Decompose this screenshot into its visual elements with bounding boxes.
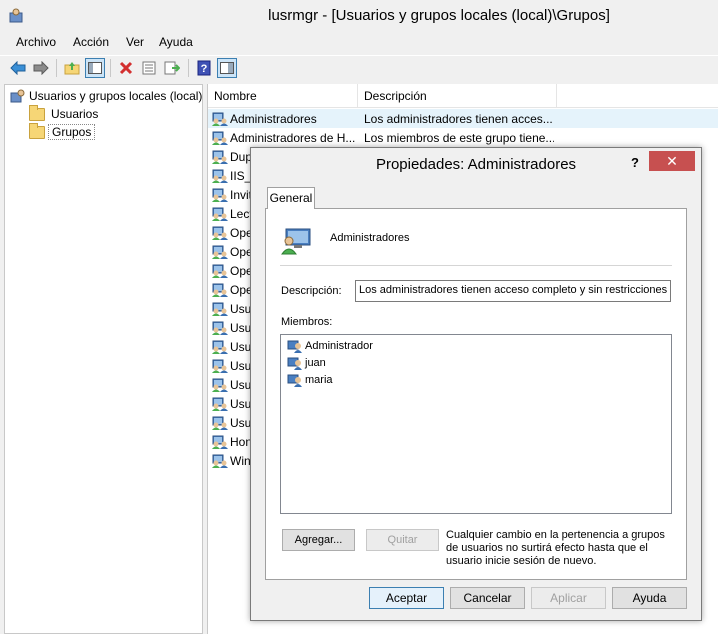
divider [280, 265, 672, 266]
group-icon [212, 207, 228, 221]
general-tab-pane: Administradores Descripción: Los adminis… [265, 208, 687, 580]
group-icon [212, 359, 228, 373]
apply-button[interactable]: Aplicar [531, 587, 606, 609]
add-member-button[interactable]: Agregar... [282, 529, 355, 551]
title-bar: lusrmgr - [Usuarios y grupos locales (lo… [0, 0, 718, 32]
members-list[interactable]: Administrador juan maria [280, 334, 672, 514]
tree-item-usuarios[interactable]: Usuarios [29, 104, 101, 123]
group-icon [212, 397, 228, 411]
group-icon [212, 321, 228, 335]
tab-general[interactable]: General [267, 187, 315, 209]
table-row[interactable]: Administradores de H... Los miembros de e… [208, 128, 718, 147]
group-desc-cell: Los administradores tienen acces... [364, 111, 553, 126]
help-button[interactable]: Ayuda [612, 587, 687, 609]
group-icon [212, 416, 228, 430]
dialog-title-bar: Propiedades: Administradores ? ✕ [251, 148, 701, 181]
member-name: Administrador [305, 339, 373, 352]
description-field[interactable]: Los administradores tienen acceso comple… [355, 280, 671, 302]
group-icon [212, 245, 228, 259]
back-arrow-icon[interactable] [8, 58, 28, 78]
dialog-close-button[interactable]: ✕ [649, 151, 695, 171]
folder-icon [29, 104, 45, 121]
user-icon [287, 374, 302, 387]
properties-dialog: Propiedades: Administradores ? ✕ General… [250, 147, 702, 621]
forward-arrow-icon[interactable] [31, 58, 51, 78]
tree-item-label: Grupos [48, 124, 96, 140]
menu-archivo[interactable]: Archivo [16, 35, 56, 49]
properties-icon[interactable] [139, 58, 159, 78]
computer-users-icon [10, 89, 25, 103]
group-name-cell: Administradores de H... [230, 130, 356, 145]
members-label: Miembros: [281, 316, 333, 328]
column-nombre[interactable]: Nombre [208, 84, 358, 108]
help-icon[interactable]: ? [194, 58, 214, 78]
window-title: lusrmgr - [Usuarios y grupos locales (lo… [268, 7, 610, 24]
member-item[interactable]: maria [287, 371, 333, 388]
group-icon [212, 150, 228, 164]
group-icon [281, 228, 311, 255]
export-list-icon[interactable] [162, 58, 182, 78]
menu-bar: Archivo Acción Ver Ayuda [0, 33, 718, 53]
table-row[interactable]: Administradores Los administradores tiene… [208, 109, 718, 128]
tree-pane: Usuarios y grupos locales (local) Usuari… [4, 84, 203, 634]
user-icon [287, 340, 302, 353]
list-header: Nombre Descripción [208, 84, 718, 108]
folder-icon [29, 122, 45, 139]
tree-item-label: Usuarios [51, 107, 99, 121]
menu-ayuda[interactable]: Ayuda [159, 35, 193, 49]
group-name: Administradores [330, 232, 410, 244]
menu-ver[interactable]: Ver [126, 35, 144, 49]
column-descripcion[interactable]: Descripción [358, 84, 557, 108]
description-label: Descripción: [281, 285, 342, 297]
member-item[interactable]: juan [287, 354, 326, 371]
group-icon [212, 340, 228, 354]
group-icon [212, 226, 228, 240]
group-icon [212, 435, 228, 449]
member-item[interactable]: Administrador [287, 337, 373, 354]
show-action-pane-icon[interactable] [217, 58, 237, 78]
tree-item-grupos[interactable]: Grupos [29, 122, 96, 141]
user-icon [287, 357, 302, 370]
svg-text:?: ? [201, 63, 208, 75]
member-name: maria [305, 373, 333, 386]
toolbar: ? [0, 55, 718, 80]
group-icon [212, 454, 228, 468]
group-icon [212, 264, 228, 278]
up-folder-icon[interactable] [62, 58, 82, 78]
menu-accion[interactable]: Acción [73, 35, 109, 49]
tree-root-label: Usuarios y grupos locales (local) [29, 89, 203, 103]
dialog-help-button[interactable]: ? [631, 155, 639, 170]
cancel-button[interactable]: Cancelar [450, 587, 525, 609]
group-icon [212, 169, 228, 183]
group-icon [212, 112, 228, 126]
group-icon [212, 302, 228, 316]
show-tree-icon[interactable] [85, 58, 105, 78]
group-icon [212, 283, 228, 297]
group-desc-cell: Los miembros de este grupo tiene... [364, 130, 554, 145]
remove-member-button[interactable]: Quitar [366, 529, 439, 551]
member-name: juan [305, 356, 326, 369]
ok-button[interactable]: Aceptar [369, 587, 444, 609]
group-icon [212, 131, 228, 145]
main-window: lusrmgr - [Usuarios y grupos locales (lo… [0, 0, 718, 634]
group-icon [212, 188, 228, 202]
group-icon [212, 378, 228, 392]
group-name-cell: Administradores [230, 111, 317, 126]
delete-icon[interactable] [116, 58, 136, 78]
tree-root[interactable]: Usuarios y grupos locales (local) [10, 87, 205, 105]
membership-note: Cualquier cambio en la pertenencia a gru… [446, 529, 665, 567]
